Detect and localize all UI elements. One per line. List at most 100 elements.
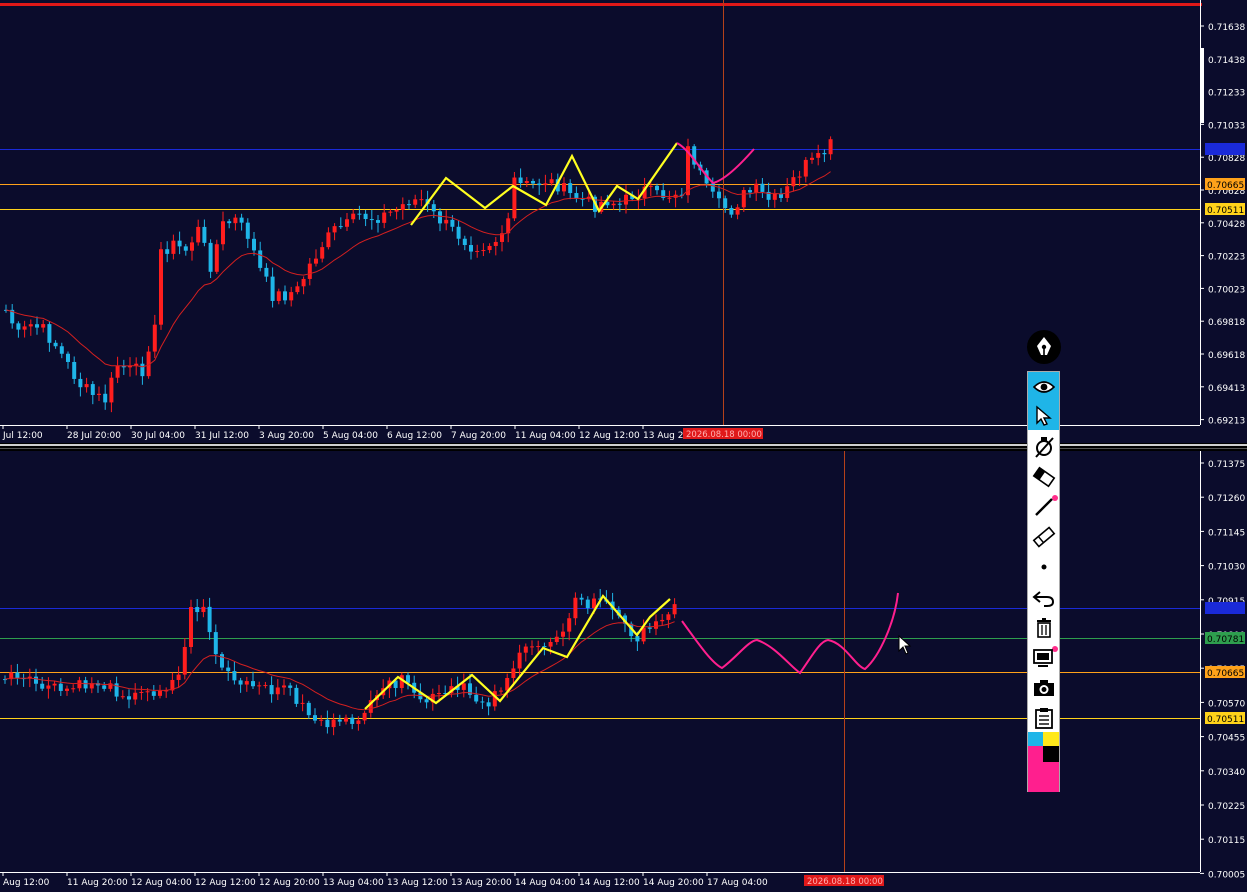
color-palette[interactable] bbox=[1028, 732, 1059, 792]
price-tick-label: 0.70428 bbox=[1208, 220, 1245, 230]
candle-body bbox=[71, 688, 76, 690]
candle-body bbox=[548, 641, 553, 647]
candle-body bbox=[139, 691, 144, 693]
eraser-icon[interactable] bbox=[1028, 462, 1059, 491]
price-level-label: 0.70511 bbox=[1207, 206, 1244, 216]
candle-body bbox=[531, 181, 535, 184]
price-tick-label: 0.69618 bbox=[1208, 351, 1245, 361]
camera-icon[interactable] bbox=[1028, 673, 1059, 702]
candle-body bbox=[220, 654, 224, 668]
candle-body bbox=[760, 183, 765, 192]
candle-body bbox=[735, 207, 740, 215]
candle-body bbox=[244, 681, 249, 685]
candle-body bbox=[611, 203, 616, 206]
moving-average-line bbox=[4, 621, 675, 711]
candle-body bbox=[313, 715, 317, 721]
candle-body bbox=[419, 199, 424, 201]
candle-body bbox=[102, 685, 107, 689]
cursor-arrow-icon[interactable] bbox=[1028, 401, 1059, 430]
candle-body bbox=[239, 217, 244, 223]
candle-body bbox=[41, 324, 46, 328]
time-tick-label: 30 Jul 04:00 bbox=[131, 431, 185, 441]
color-swatch-yellow[interactable] bbox=[1043, 732, 1059, 746]
time-tick-label: 13 Aug 12:00 bbox=[387, 878, 448, 888]
candle-body bbox=[797, 176, 802, 178]
candle-body bbox=[407, 204, 411, 206]
candle-body bbox=[109, 377, 114, 403]
candle-body bbox=[270, 276, 275, 301]
candle-body bbox=[456, 226, 461, 239]
candle-body bbox=[252, 238, 256, 251]
price-tick-label: 0.70225 bbox=[1208, 802, 1245, 812]
undo-icon[interactable] bbox=[1028, 583, 1059, 612]
candle-body bbox=[511, 668, 516, 678]
candle-body bbox=[214, 244, 219, 272]
price-tick-label: 0.71375 bbox=[1208, 460, 1245, 470]
candle-body bbox=[72, 361, 77, 379]
candle-body bbox=[182, 646, 187, 675]
candle-body bbox=[282, 685, 286, 688]
candle-body bbox=[400, 204, 405, 210]
candle-body bbox=[314, 258, 318, 264]
top-red-border bbox=[0, 3, 1202, 6]
candle-body bbox=[710, 183, 715, 192]
dot-size-icon[interactable] bbox=[1028, 552, 1059, 581]
candle-body bbox=[120, 696, 125, 698]
price-tick-label: 0.71233 bbox=[1208, 89, 1245, 99]
candle-body bbox=[624, 194, 628, 205]
candle-body bbox=[97, 393, 101, 395]
trash-icon[interactable] bbox=[1028, 613, 1059, 642]
time-tick-label: 11 Aug 20:00 bbox=[67, 878, 128, 888]
candle-body bbox=[83, 680, 88, 689]
candle-body bbox=[16, 323, 21, 330]
candle-body bbox=[561, 631, 565, 637]
color-swatch-black[interactable] bbox=[1043, 746, 1059, 762]
candle-body bbox=[46, 685, 51, 689]
candle-body bbox=[275, 687, 280, 695]
clipboard-icon[interactable] bbox=[1028, 703, 1059, 732]
magnet-off-icon[interactable] bbox=[1028, 432, 1059, 461]
candle-body bbox=[59, 346, 64, 354]
candle-body bbox=[320, 247, 325, 259]
candle-body bbox=[350, 717, 355, 724]
candle-body bbox=[672, 604, 677, 615]
time-tick-label: 3 Aug 20:00 bbox=[259, 431, 314, 441]
candle-body bbox=[573, 597, 578, 619]
line-tool-icon[interactable] bbox=[1028, 492, 1059, 521]
candle-body bbox=[723, 198, 728, 209]
candle-body bbox=[288, 685, 293, 688]
candle-body bbox=[306, 702, 311, 716]
candle-body bbox=[475, 250, 480, 252]
candle-body bbox=[289, 292, 294, 301]
highlighter-icon[interactable] bbox=[1028, 522, 1059, 551]
candle-body bbox=[567, 618, 572, 632]
candle-body bbox=[772, 193, 777, 200]
candle-body bbox=[190, 242, 194, 251]
moving-average-line bbox=[5, 171, 831, 368]
price-tick-label: 0.70828 bbox=[1208, 154, 1245, 164]
candle-body bbox=[537, 183, 542, 186]
screen-mode-icon[interactable] bbox=[1028, 643, 1059, 672]
pen-nib-icon[interactable] bbox=[1027, 330, 1061, 364]
candle-body bbox=[438, 211, 442, 224]
candle-body bbox=[165, 249, 170, 254]
candle-body bbox=[344, 717, 348, 722]
candle-body bbox=[65, 688, 69, 691]
eye-icon[interactable] bbox=[1028, 372, 1059, 401]
candle-body bbox=[444, 219, 449, 224]
time-tick-label: 13 Aug 04:00 bbox=[323, 878, 384, 888]
candle-body bbox=[655, 185, 659, 191]
candle-body bbox=[283, 291, 287, 301]
candle-body bbox=[227, 221, 232, 224]
color-swatch-blue[interactable] bbox=[1028, 732, 1043, 746]
candle-body bbox=[351, 213, 356, 220]
candle-body bbox=[512, 177, 517, 219]
price-tick-label: 0.69818 bbox=[1208, 318, 1245, 328]
price-level-label: 0.70665 bbox=[1207, 669, 1244, 679]
candle-body bbox=[461, 683, 466, 690]
candle-body bbox=[729, 208, 734, 215]
candle-body bbox=[238, 680, 243, 685]
price-tick-label: 0.70023 bbox=[1208, 285, 1245, 295]
candle-body bbox=[487, 245, 492, 251]
candle-body bbox=[40, 683, 45, 689]
